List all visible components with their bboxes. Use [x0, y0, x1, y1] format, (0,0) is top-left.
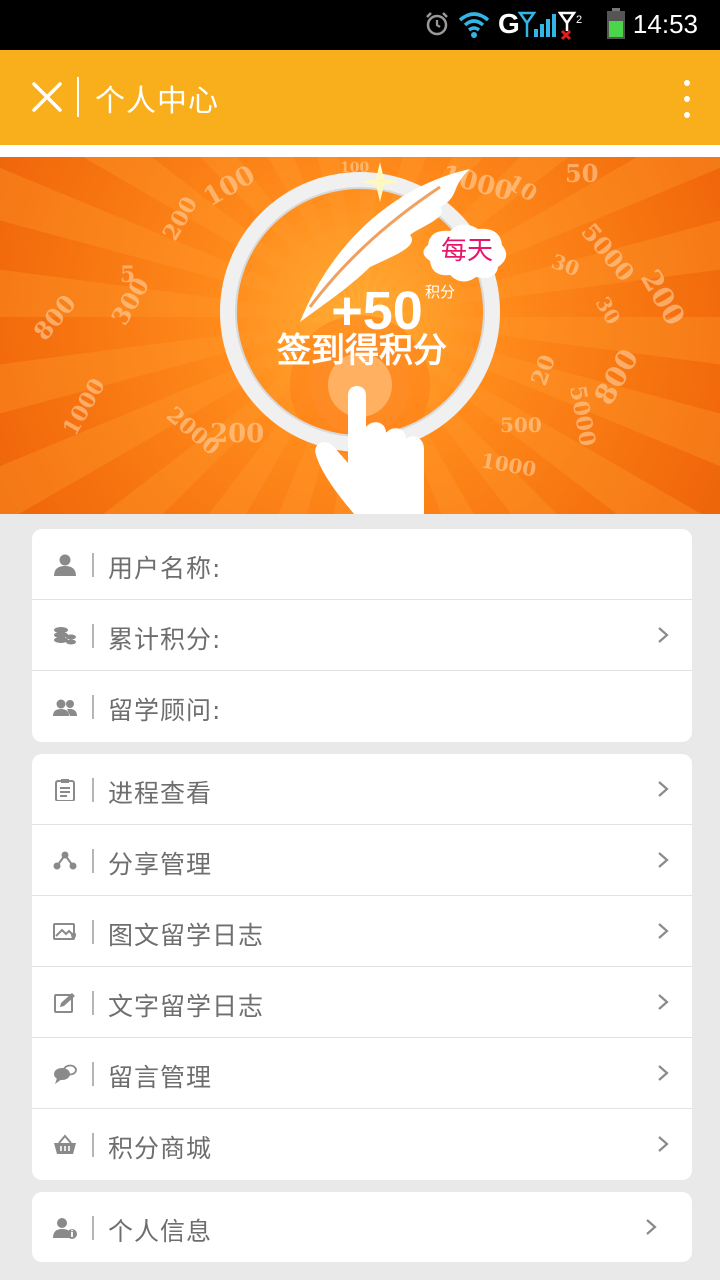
menu-item-label: 分享管理	[108, 850, 213, 879]
chevron-right-icon	[658, 994, 669, 1010]
menu-item-messages[interactable]: 留言管理	[32, 1038, 692, 1109]
points-label: 累计积分:	[108, 625, 222, 654]
advisor-row: 留学顾问:	[32, 671, 692, 742]
menu-item-profile[interactable]: 个人信息	[32, 1192, 692, 1262]
header-divider	[77, 77, 79, 117]
clipboard-icon	[55, 779, 75, 801]
signal-icon	[518, 11, 556, 37]
row-divider	[92, 849, 94, 873]
menu-item-progress[interactable]: 进程查看	[32, 754, 692, 825]
row-divider	[92, 553, 94, 577]
menu-item-label: 留言管理	[108, 1063, 213, 1092]
edit-diary-icon	[54, 993, 75, 1013]
page-title: 个人中心	[95, 84, 219, 119]
menu-item-text-diary[interactable]: 文字留学日志	[32, 967, 692, 1038]
message-icon	[54, 1064, 77, 1084]
checkin-banner[interactable]: 100 1000 50 5000 100 5 200 1000 800 300 30 20 500 500…	[0, 157, 720, 514]
row-divider	[92, 920, 94, 944]
menu-item-photo-diary[interactable]: 图文留学日志	[32, 896, 692, 967]
banner-number: 50	[565, 159, 598, 188]
user-icon	[54, 554, 76, 576]
user-info-icon	[53, 1218, 77, 1239]
basket-icon	[54, 1134, 76, 1154]
sim2-no-signal-icon: 2	[558, 11, 582, 41]
menu-item-points-mall[interactable]: 积分商城	[32, 1109, 692, 1180]
chevron-right-icon	[658, 781, 669, 797]
menu-item-share[interactable]: 分享管理	[32, 825, 692, 896]
row-divider	[92, 624, 94, 648]
chevron-right-icon	[658, 627, 669, 643]
chevron-right-icon	[658, 1065, 669, 1081]
app-header: 个人中心	[0, 50, 720, 145]
points-unit: 积分	[425, 283, 455, 301]
network-type: G	[498, 8, 520, 39]
row-divider	[92, 695, 94, 719]
row-divider	[92, 991, 94, 1015]
wifi-icon	[458, 12, 490, 38]
menu-item-label: 积分商城	[108, 1134, 213, 1163]
chevron-right-icon	[646, 1219, 657, 1235]
username-row: 用户名称:	[32, 529, 692, 600]
row-divider	[92, 1216, 94, 1240]
close-icon[interactable]	[30, 80, 64, 114]
chevron-right-icon	[658, 923, 669, 939]
menu-item-label: 文字留学日志	[108, 992, 265, 1021]
photo-diary-icon	[53, 923, 76, 940]
points-row[interactable]: 累计积分:	[32, 600, 692, 671]
row-divider	[92, 1062, 94, 1086]
chevron-right-icon	[658, 1136, 669, 1152]
header-gap	[0, 145, 720, 157]
clock: 14:53	[632, 9, 698, 39]
banner-artwork: 100 1000 5050001005 2001000800 300 3020500 500…	[0, 157, 720, 514]
alarm-icon	[426, 12, 448, 36]
username-label: 用户名称:	[108, 554, 222, 583]
menu-item-label: 进程查看	[108, 779, 213, 808]
svg-text:2: 2	[576, 14, 582, 26]
coins-icon	[54, 627, 76, 645]
status-bar: G 2 14:53	[0, 0, 720, 50]
checkin-caption: 签到得积分	[277, 331, 447, 371]
menu-item-label: 个人信息	[108, 1217, 213, 1246]
chevron-right-icon	[658, 852, 669, 868]
row-divider	[92, 1133, 94, 1157]
more-vertical-icon[interactable]	[676, 74, 698, 124]
share-icon	[53, 851, 77, 870]
menu-card: 进程查看 分享管理 图文留学日志 文字留学日志 留言管理 积分商城	[32, 754, 692, 1180]
menu-item-label: 图文留学日志	[108, 921, 265, 950]
advisor-label: 留学顾问:	[108, 696, 222, 725]
profile-card: 个人信息	[32, 1192, 692, 1262]
row-divider	[92, 778, 94, 802]
account-card: 用户名称: 累计积分: 留学顾问:	[32, 529, 692, 742]
daily-badge-text: 每天	[441, 236, 493, 266]
advisor-icon	[53, 699, 77, 716]
banner-number: 500	[500, 413, 542, 437]
battery-icon	[607, 8, 625, 39]
